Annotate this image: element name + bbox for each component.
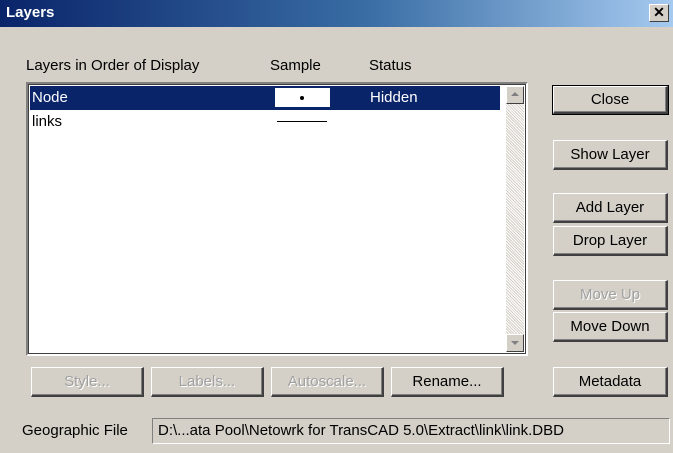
layer-name: links bbox=[32, 113, 63, 130]
show-layer-button[interactable]: Show Layer bbox=[553, 140, 668, 170]
title-bar[interactable]: Layers ✕ bbox=[0, 0, 673, 27]
column-header-sample: Sample bbox=[270, 57, 321, 74]
vertical-scrollbar[interactable] bbox=[506, 86, 524, 352]
layer-row-links[interactable]: links bbox=[30, 110, 500, 134]
column-header-status: Status bbox=[369, 57, 412, 74]
layer-name: Node bbox=[32, 89, 68, 106]
scroll-down-button[interactable] bbox=[506, 334, 524, 352]
scroll-up-button[interactable] bbox=[506, 86, 524, 104]
layer-sample-point bbox=[275, 88, 330, 107]
autoscale-button[interactable]: Autoscale... bbox=[271, 367, 384, 397]
window-title: Layers bbox=[6, 4, 55, 21]
labels-button[interactable]: Labels... bbox=[151, 367, 264, 397]
add-layer-button[interactable]: Add Layer bbox=[553, 193, 668, 223]
metadata-button[interactable]: Metadata bbox=[553, 367, 668, 397]
arrow-up-icon bbox=[511, 92, 519, 96]
drop-layer-button[interactable]: Drop Layer bbox=[553, 226, 668, 256]
layer-row-node[interactable]: Node Hidden bbox=[30, 86, 500, 110]
style-button[interactable]: Style... bbox=[31, 367, 144, 397]
close-icon[interactable]: ✕ bbox=[649, 4, 669, 22]
move-down-button[interactable]: Move Down bbox=[553, 312, 668, 342]
layer-status: Hidden bbox=[370, 89, 418, 106]
layers-list[interactable]: Node Hidden links bbox=[26, 82, 528, 356]
geographic-file-label: Geographic File bbox=[22, 422, 128, 439]
rename-button[interactable]: Rename... bbox=[391, 367, 504, 397]
point-style-icon bbox=[300, 96, 304, 100]
close-button[interactable]: Close bbox=[552, 85, 669, 115]
column-header-layers: Layers in Order of Display bbox=[26, 57, 200, 74]
move-up-button[interactable]: Move Up bbox=[553, 280, 668, 310]
geographic-file-path: D:\...ata Pool\Netowrk for TransCAD 5.0\… bbox=[152, 418, 670, 444]
arrow-down-icon bbox=[511, 341, 519, 345]
line-style-icon bbox=[277, 121, 327, 122]
